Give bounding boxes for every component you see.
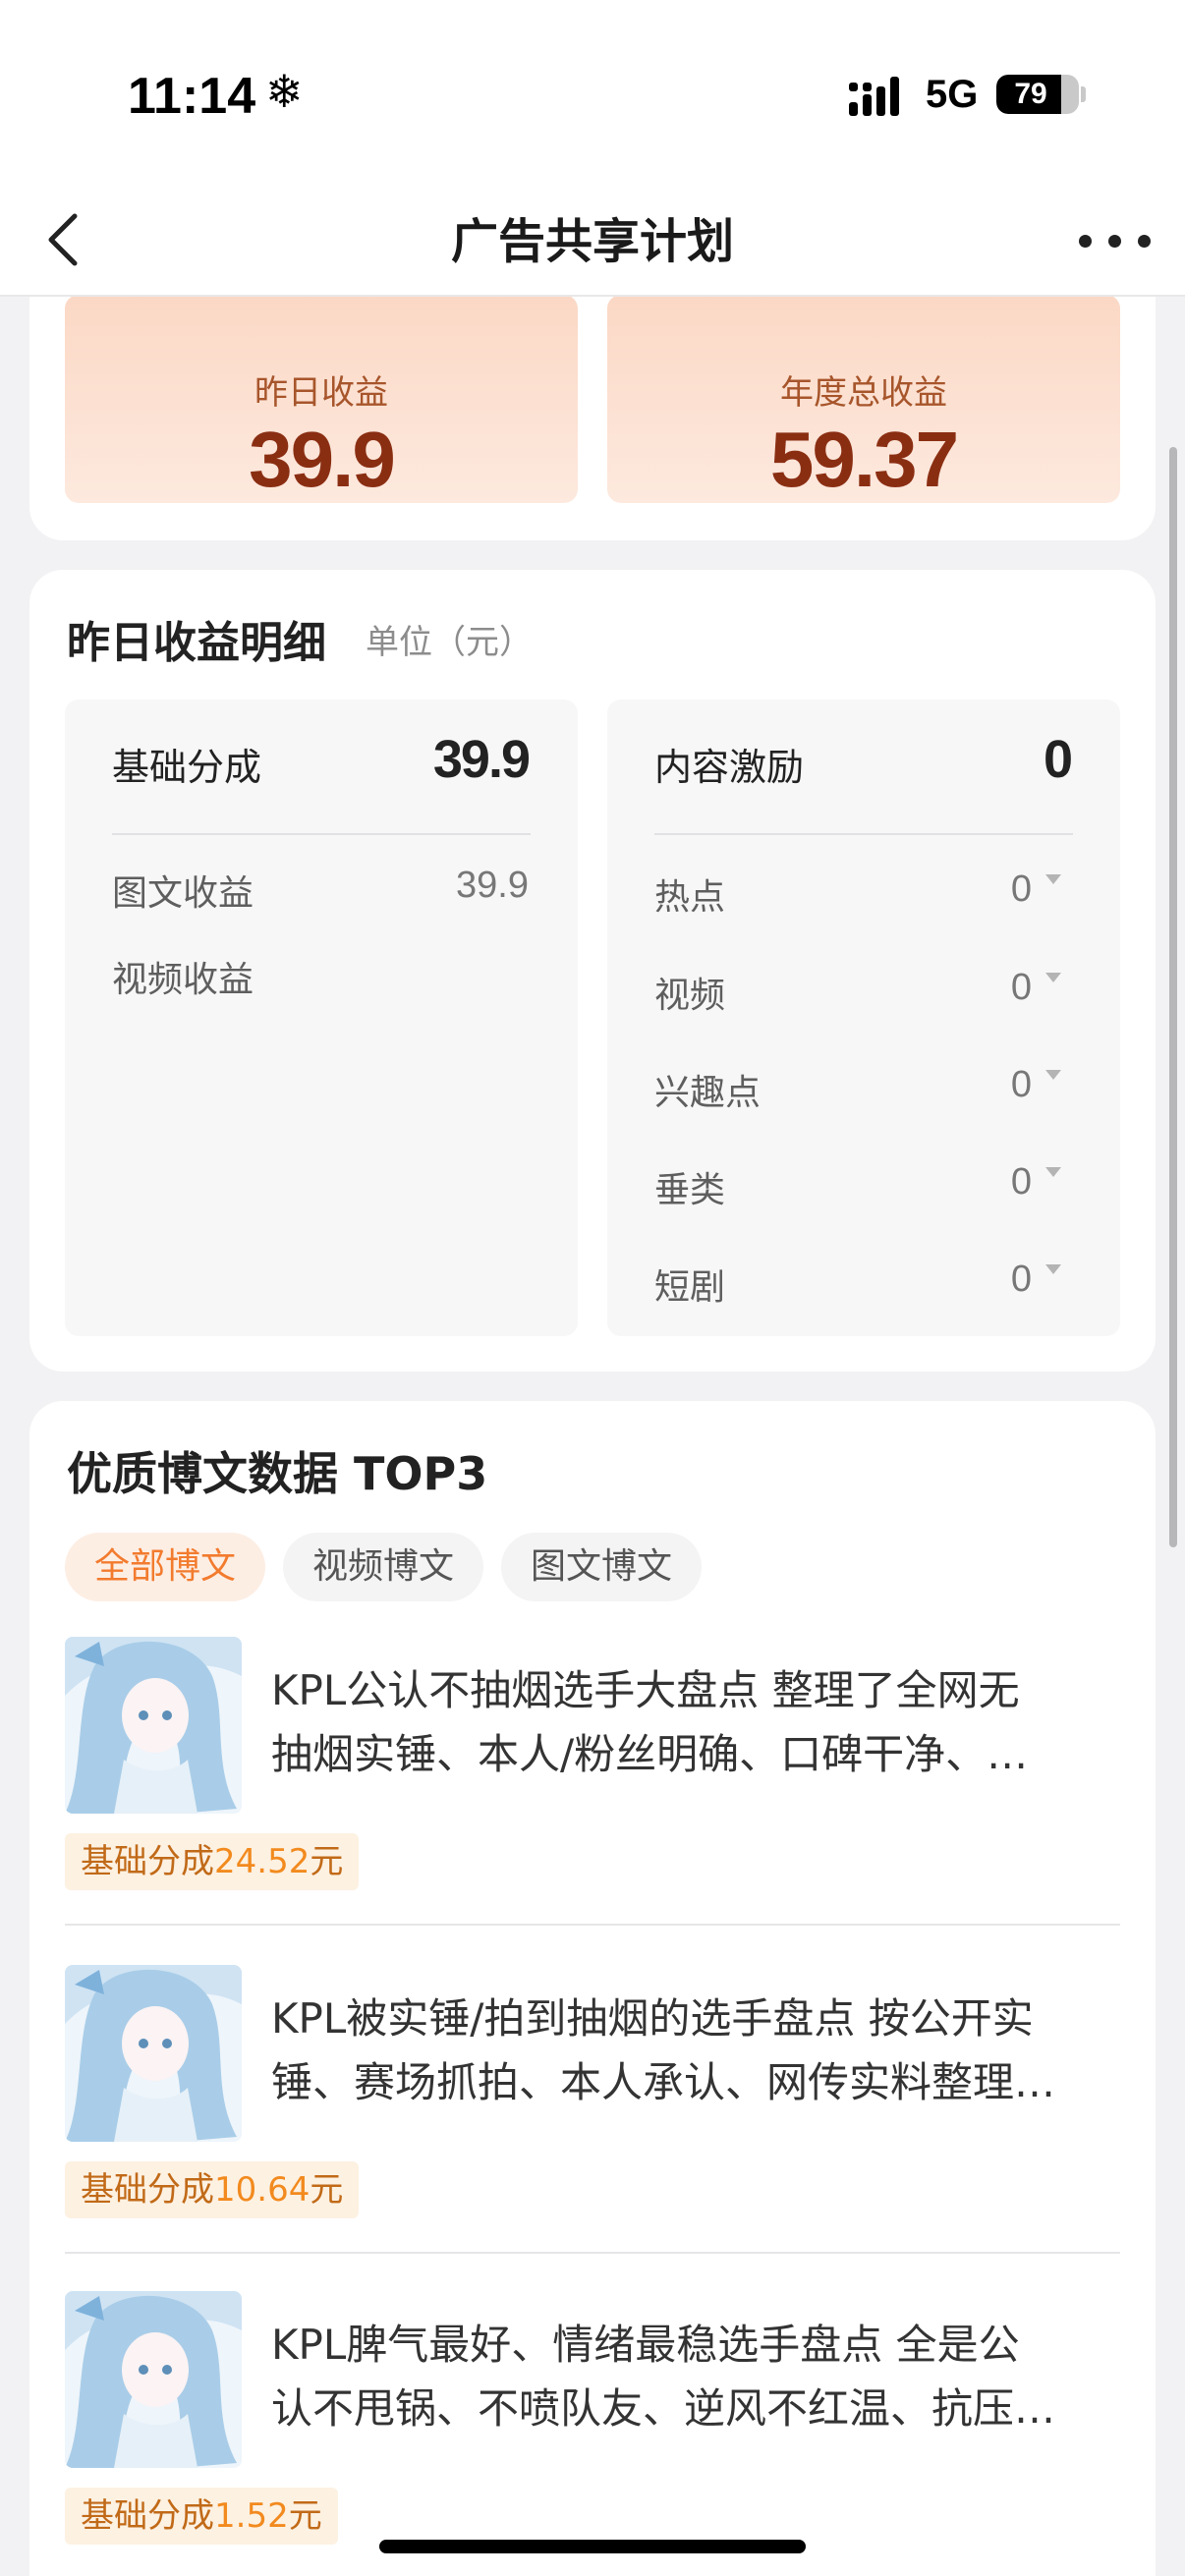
nav-bar: 广告共享计划 [0,187,1185,297]
expand-triangle-icon [1045,1167,1061,1177]
posts-title: 优质博文数据 TOP3 [67,1447,488,1500]
tab-video-posts[interactable]: 视频博文 [283,1533,484,1601]
detail-title: 昨日收益明细 [67,618,326,668]
yesterday-earnings-box: 昨日收益 39.9 [65,295,578,503]
expand-triangle-icon [1045,1264,1061,1274]
badge-unit: 元 [310,1842,344,1881]
content-incentive-value: 0 [1043,730,1073,789]
base-row-label: 视频收益 [112,960,254,1000]
incentive-row-value: 0 [1010,868,1032,910]
home-indicator[interactable] [379,2540,806,2553]
badge-amount: 10.64 [214,2170,310,2210]
content-incentive-label: 内容激励 [654,746,805,789]
incentive-row-value: 0 [1010,967,1032,1008]
post-item[interactable]: KPL脾气最好、情绪最稳选手盘点 全是公 认不甩锅、不喷队友、逆风不红温、抗压…… [65,2291,1120,2576]
divider [65,2252,1120,2254]
base-row-label: 图文收益 [112,873,254,914]
tab-image-text-posts[interactable]: 图文博文 [501,1533,703,1601]
incentive-row-label: 垂类 [654,1170,726,1210]
expand-triangle-icon [1045,973,1061,982]
incentive-row-label: 兴趣点 [654,1073,762,1113]
back-button[interactable] [35,208,98,271]
earnings-badge: 基础分成1.52元 [65,2488,338,2545]
divider [654,833,1073,835]
incentive-row-label: 视频 [654,976,726,1016]
base-share-panel: 基础分成 39.9 图文收益 39.9 视频收益 [65,700,578,1336]
expand-triangle-icon [1045,874,1061,884]
badge-prefix: 基础分成 [81,2496,214,2536]
signal-icon [849,77,906,116]
post-title-line: KPL公认不抽烟选手大盘点 整理了全网无 [271,1666,1020,1714]
badge-unit: 元 [310,2170,344,2210]
tab-all-posts[interactable]: 全部博文 [65,1533,266,1601]
post-item[interactable]: KPL公认不抽烟选手大盘点 整理了全网无 抽烟实锤、本人/粉丝明确、口碑干净、…… [65,1637,1120,1932]
post-title-line: 锤、赛场抓拍、本人承认、网传实料整理… [271,2058,1056,2106]
post-title-line: KPL被实锤/拍到抽烟的选手盘点 按公开实 [271,1994,1034,2043]
post-item[interactable]: KPL被实锤/拍到抽烟的选手盘点 按公开实 锤、赛场抓拍、本人承认、网传实料整理… [65,1965,1120,2260]
page-title: 广告共享计划 [450,214,734,269]
chevron-left-icon [48,213,78,266]
badge-amount: 1.52 [214,2496,289,2536]
annual-earnings-box: 年度总收益 59.37 [607,295,1120,503]
yesterday-earnings-value: 39.9 [249,416,396,503]
post-title-line: KPL脾气最好、情绪最稳选手盘点 全是公 [271,2321,1020,2369]
network-label: 5G [926,73,979,116]
post-thumbnail [65,1637,242,1814]
post-title-line: 抽烟实锤、本人/粉丝明确、口碑干净、… [271,1730,1029,1778]
more-dots-icon [1079,235,1092,248]
battery-icon: 79 [996,75,1079,114]
post-title: KPL脾气最好、情绪最稳选手盘点 全是公 认不甩锅、不喷队友、逆风不红温、抗压… [271,2313,1120,2440]
battery-cap [1081,86,1086,102]
earnings-badge: 基础分成10.64元 [65,2161,360,2218]
post-title: KPL公认不抽烟选手大盘点 整理了全网无 抽烟实锤、本人/粉丝明确、口碑干净、… [271,1658,1120,1786]
badge-amount: 24.52 [214,1842,310,1881]
top-posts-card: 优质博文数据 TOP3 全部博文 视频博文 图文博文 KPL公认不抽烟选手大盘点… [29,1401,1156,2576]
divider [112,833,531,835]
incentive-row-value: 0 [1010,1064,1032,1105]
anime-girl-thumbnail-icon [65,1637,242,1814]
yesterday-earnings-label: 昨日收益 [254,373,388,413]
content-incentive-panel: 内容激励 0 热点 0 视频 0 兴趣点 0 垂类 0 短剧 0 [607,700,1120,1336]
expand-triangle-icon [1045,1070,1061,1080]
incentive-row-value: 0 [1010,1259,1032,1300]
annual-earnings-value: 59.37 [769,416,959,503]
post-thumbnail [65,1965,242,2142]
status-bar: 11:14 ❄ 5G 79 [0,0,1185,187]
badge-prefix: 基础分成 [81,1842,214,1881]
base-row-value: 39.9 [456,865,529,906]
snowflake-icon: ❄ [265,65,304,118]
divider [65,1924,1120,1926]
earnings-badge: 基础分成24.52元 [65,1833,360,1890]
base-share-label: 基础分成 [112,746,262,789]
badge-unit: 元 [288,2496,322,2536]
badge-prefix: 基础分成 [81,2170,214,2210]
incentive-row-value: 0 [1010,1161,1032,1203]
anime-girl-thumbnail-icon [65,1965,242,2142]
anime-girl-thumbnail-icon [65,2291,242,2468]
detail-unit: 单位（元） [366,623,533,662]
post-thumbnail [65,2291,242,2468]
status-time: 11:14 [128,68,256,125]
base-share-value: 39.9 [432,730,531,789]
more-button[interactable] [1071,226,1159,255]
earnings-detail-card: 昨日收益明细 单位（元） 基础分成 39.9 图文收益 39.9 视频收益 内容… [29,570,1156,1372]
battery-percent: 79 [1014,78,1047,110]
scrollbar[interactable] [1169,447,1177,1547]
post-title: KPL被实锤/拍到抽烟的选手盘点 按公开实 锤、赛场抓拍、本人承认、网传实料整理… [271,1987,1120,2114]
post-title-line: 认不甩锅、不喷队友、逆风不红温、抗压… [271,2384,1056,2433]
incentive-row-label: 短剧 [654,1267,726,1308]
incentive-row-label: 热点 [654,877,726,918]
annual-earnings-label: 年度总收益 [780,373,947,413]
